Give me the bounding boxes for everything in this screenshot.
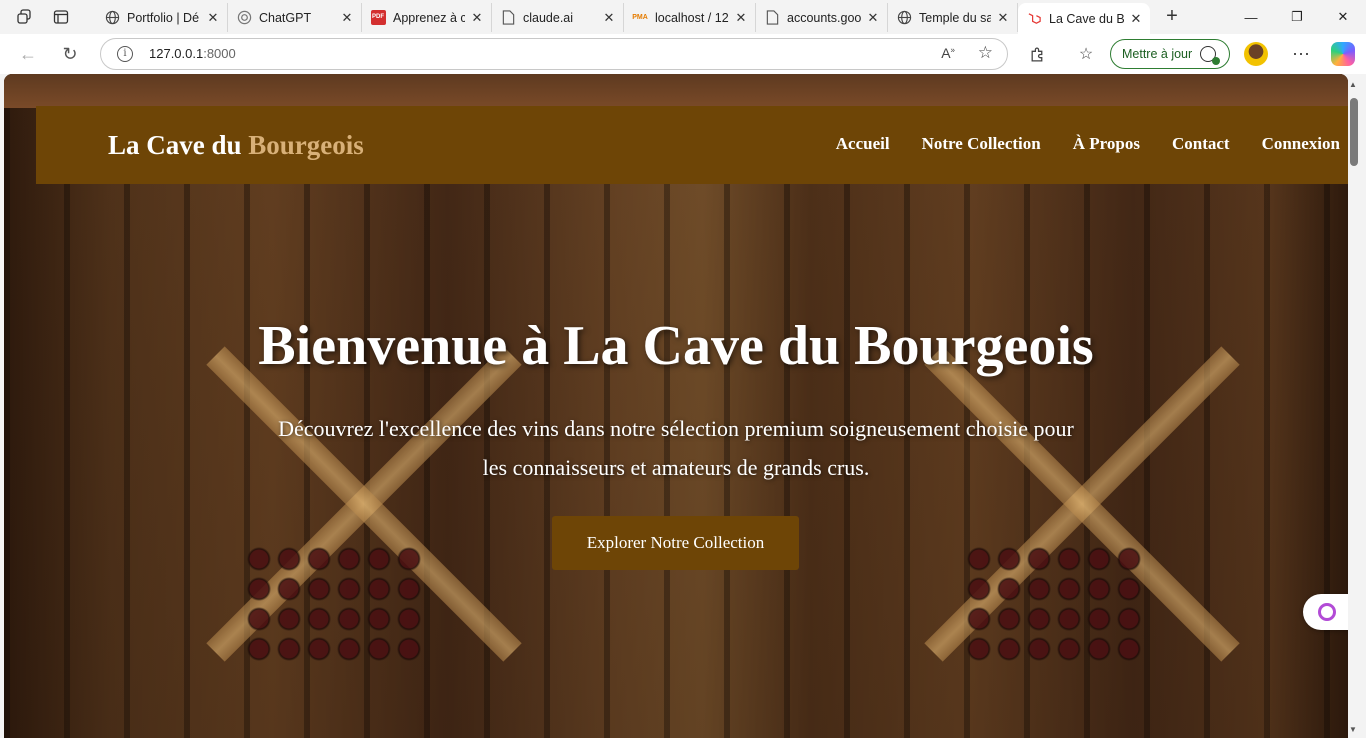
scrollbar-thumb[interactable]	[1350, 98, 1358, 166]
bottle-rack-left	[244, 544, 424, 664]
close-icon[interactable]: ✕	[601, 10, 617, 26]
tab-apprenez[interactable]: PDF Apprenez à c ✕	[362, 3, 492, 32]
scrollbar[interactable]: ▲ ▼	[1348, 74, 1366, 738]
nav-contact[interactable]: Contact	[1172, 134, 1230, 154]
update-button[interactable]: Mettre à jour	[1110, 39, 1230, 69]
tab-title: Apprenez à c	[393, 10, 465, 25]
new-tab-button[interactable]: +	[1160, 5, 1184, 29]
tab-title: claude.ai	[523, 10, 574, 25]
tab-temple[interactable]: Temple du sa ✕	[888, 3, 1018, 32]
pdf-icon-glyph: PDF	[370, 10, 386, 25]
brand-main: La Cave du	[108, 130, 242, 160]
close-icon[interactable]: ✕	[733, 10, 749, 26]
avatar[interactable]	[1244, 42, 1268, 66]
phpmyadmin-icon-glyph: PMA	[632, 14, 648, 21]
tab-title: localhost / 12	[655, 10, 729, 25]
close-icon[interactable]: ✕	[995, 10, 1011, 26]
url-host: 127.0.0.1	[149, 46, 204, 61]
minimize-icon[interactable]: ―	[1228, 0, 1274, 34]
update-badge-icon	[1200, 46, 1221, 65]
window-controls: ― ❐ ✕	[1228, 0, 1366, 34]
pdf-icon: PDF	[370, 10, 386, 26]
address-url: 127.0.0.1:8000	[149, 46, 236, 61]
tab-la-cave[interactable]: La Cave du B ✕	[1018, 3, 1150, 34]
workspaces-icon[interactable]	[10, 6, 40, 28]
tab-title: accounts.goo	[787, 10, 861, 25]
close-icon[interactable]: ✕	[205, 10, 221, 26]
page-icon	[500, 10, 516, 26]
explore-collection-button[interactable]: Explorer Notre Collection	[552, 516, 799, 570]
puzzle-icon[interactable]	[1026, 43, 1048, 65]
favorites-icon[interactable]: ☆	[1075, 43, 1097, 65]
scroll-down-icon[interactable]: ▼	[1349, 725, 1357, 734]
close-icon[interactable]: ✕	[469, 10, 485, 26]
phpmyadmin-icon: PMA	[632, 10, 648, 26]
tab-list: Portfolio | Dé ✕ ChatGPT ✕ PDF Apprenez …	[96, 3, 1150, 34]
brain-icon	[1318, 603, 1336, 621]
page-viewport: La Cave du Bourgeois Accueil Notre Colle…	[4, 74, 1348, 738]
floating-assistant-button[interactable]	[1303, 594, 1351, 630]
site-logo[interactable]: La Cave du Bourgeois	[108, 130, 364, 161]
info-icon[interactable]: i	[117, 46, 133, 62]
tab-title: Portfolio | Dé	[127, 10, 200, 25]
tab-title: Temple du sa	[919, 10, 991, 25]
hero-subtitle: Découvrez l'excellence des vins dans not…	[278, 416, 1074, 480]
globe-icon	[104, 10, 120, 26]
read-aloud-icon[interactable]: A»	[941, 45, 955, 61]
more-icon[interactable]: ⋯	[1290, 43, 1312, 65]
tab-chatgpt[interactable]: ChatGPT ✕	[228, 3, 362, 32]
ceiling-decor	[4, 74, 1348, 108]
nav-a-propos[interactable]: À Propos	[1073, 134, 1140, 154]
tab-actions	[10, 6, 76, 28]
nav-links: Accueil Notre Collection À Propos Contac…	[836, 134, 1340, 154]
close-icon[interactable]: ✕	[865, 10, 881, 26]
laravel-icon	[1026, 11, 1042, 27]
address-bar[interactable]: i 127.0.0.1:8000 A» ☆	[100, 38, 1008, 70]
page-icon	[764, 10, 780, 26]
close-icon[interactable]: ✕	[1128, 11, 1144, 27]
close-window-icon[interactable]: ✕	[1320, 0, 1366, 34]
url-port: :8000	[203, 46, 236, 61]
nav-collection[interactable]: Notre Collection	[922, 134, 1041, 154]
copilot-icon[interactable]	[1331, 42, 1355, 66]
bottle-rack-right	[964, 544, 1144, 664]
chatgpt-icon	[236, 10, 252, 26]
globe-icon	[896, 10, 912, 26]
tab-strip: Portfolio | Dé ✕ ChatGPT ✕ PDF Apprenez …	[0, 0, 1366, 34]
nav-connexion[interactable]: Connexion	[1262, 134, 1340, 154]
tab-accounts[interactable]: accounts.goo ✕	[756, 3, 888, 32]
scroll-up-icon[interactable]: ▲	[1349, 80, 1357, 89]
site-navbar: La Cave du Bourgeois Accueil Notre Colle…	[36, 106, 1348, 184]
back-arrow-icon[interactable]: ←	[16, 42, 40, 66]
hero-title: Bienvenue à La Cave du Bourgeois	[258, 315, 1094, 377]
restore-icon[interactable]: ❐	[1274, 0, 1320, 34]
brand-accent: Bourgeois	[248, 130, 364, 160]
tab-phpmyadmin[interactable]: PMA localhost / 12 ✕	[624, 3, 756, 32]
star-icon[interactable]: ☆	[978, 43, 993, 63]
tab-actions-icon[interactable]	[46, 6, 76, 28]
close-icon[interactable]: ✕	[339, 10, 355, 26]
update-button-label: Mettre à jour	[1122, 47, 1193, 61]
tab-portfolio[interactable]: Portfolio | Dé ✕	[96, 3, 228, 32]
nav-accueil[interactable]: Accueil	[836, 134, 890, 154]
tab-title: ChatGPT	[259, 10, 312, 25]
browser-toolbar: ← ↻ i 127.0.0.1:8000 A» ☆ ☆ Mettre à jou…	[0, 34, 1366, 74]
tab-claude[interactable]: claude.ai ✕	[492, 3, 624, 32]
reload-icon[interactable]: ↻	[58, 42, 82, 66]
tab-title: La Cave du B	[1049, 11, 1124, 26]
